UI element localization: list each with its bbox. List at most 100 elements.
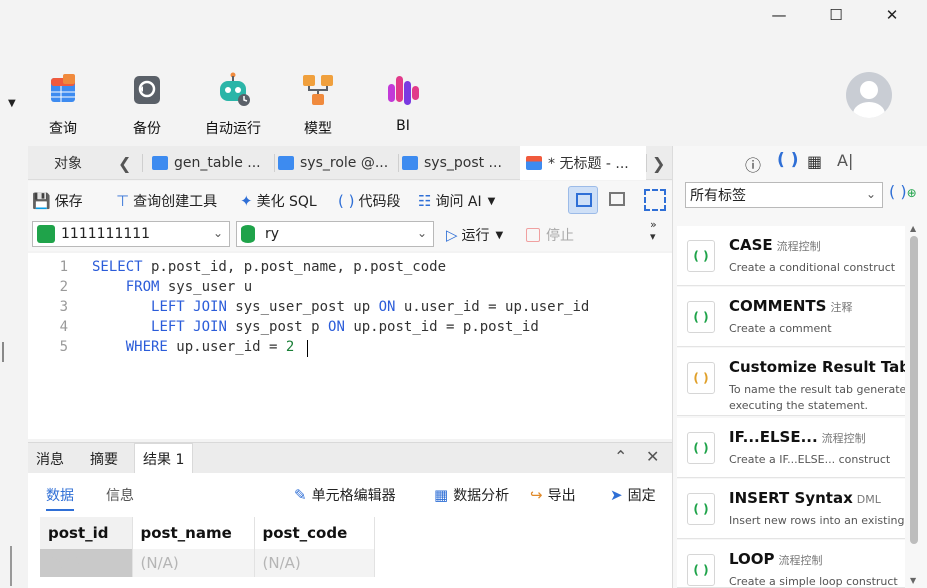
layout-horizontal-split-button[interactable] (568, 186, 598, 214)
tab-scroll-left-icon[interactable]: ❮ (118, 146, 131, 180)
query-builder-button[interactable]: ⊤ 查询创建工具 (116, 189, 217, 213)
result-panel: 数据 信息 ✎ 单元格编辑器 ▦ 数据分析 ↪ 导出 ➤ 固定 post_id … (28, 473, 672, 588)
beautify-sql-button[interactable]: ✦ 美化 SQL (240, 189, 317, 213)
sql-editor[interactable]: 1 2 3 4 5 SELECT p.post_id, p.post_name,… (28, 253, 672, 439)
ribbon-dropdown-icon[interactable]: ▼ (8, 98, 16, 109)
avatar[interactable] (846, 72, 892, 118)
connection-select[interactable]: 1111111111 ⌄ (32, 221, 230, 247)
ribbon-automation-button[interactable]: 自动运行 (198, 72, 268, 144)
layout-vertical-split-button[interactable] (602, 186, 632, 214)
app-window: — ☐ ✕ ▼ 查询 备份 自动运行 模型 BI 对象 ❮ gen_table … (0, 0, 927, 588)
code-line-5: WHERE up.user_id = 2 (125, 339, 295, 355)
snippet-category: 流程控制 (778, 554, 823, 567)
tab-summary[interactable]: 摘要 (82, 443, 126, 474)
query-table-icon (51, 74, 75, 102)
grid-icon[interactable]: ▦ (807, 152, 822, 171)
snippet-item-customize-result-tab[interactable]: ( ) Customize Result Tab To name the res… (677, 348, 905, 416)
ribbon-model-button[interactable]: 模型 (283, 72, 353, 144)
snippet-file-icon: ( ) (687, 432, 715, 464)
code-snippet-button[interactable]: ( ) 代码段 (338, 189, 400, 213)
column-header[interactable]: post_id (40, 517, 133, 549)
tab-sys-post[interactable]: sys_post ... (402, 146, 514, 180)
fullscreen-icon[interactable] (644, 189, 666, 211)
ribbon-query-button[interactable]: 查询 (28, 72, 98, 144)
ai-icon: ☷ (418, 192, 432, 210)
stop-button[interactable]: 停止 (526, 223, 574, 247)
subtab-info[interactable]: 信息 (106, 485, 134, 505)
tab-result-1[interactable]: 结果 1 (134, 443, 194, 474)
snippet-title: INSERT Syntax DML (729, 489, 881, 507)
save-button[interactable]: 💾 保存 (32, 189, 83, 213)
grid-header-row: post_id post_name post_code (40, 517, 375, 549)
snippet-description: Create a IF...ELSE... construct (729, 453, 891, 466)
add-snippet-icon[interactable]: ( )⊕ (889, 182, 917, 201)
editor-tab-bar: 对象 ❮ gen_table ... sys_role @... sys_pos… (28, 146, 672, 180)
splitter-handle[interactable] (2, 342, 4, 362)
grid-cell[interactable]: (N/A) (132, 549, 255, 577)
snippet-item-case[interactable]: ( ) CASE 流程控制 Create a conditional constr… (677, 226, 905, 286)
database-icon (241, 225, 255, 243)
tab-objects[interactable]: 对象 (54, 146, 82, 180)
snippet-file-icon: ( ) (687, 240, 715, 272)
snippet-description: Create a comment (729, 322, 832, 335)
info-icon[interactable]: ⓘ (745, 152, 761, 176)
snippet-description: Create a simple loop construct (729, 575, 898, 588)
tag-filter-select[interactable]: 所有标签 ⌄ (685, 182, 883, 208)
scrollbar-thumb[interactable] (910, 236, 918, 544)
splitter-handle[interactable] (10, 546, 12, 586)
code-icon[interactable]: ( ) (777, 150, 798, 170)
line-number: 3 (59, 299, 68, 315)
code-line-1: SELECT p.post_id, p.post_name, p.post_co… (92, 259, 447, 275)
title-bar: — ☐ ✕ (0, 0, 927, 34)
cell-editor-button[interactable]: ✎ 单元格编辑器 (294, 483, 396, 507)
maximize-icon[interactable]: ☐ (813, 0, 859, 30)
more-options-icon[interactable]: » ▾ (650, 219, 657, 243)
close-icon[interactable]: ✕ (869, 0, 915, 30)
scroll-up-icon[interactable]: ▲ (910, 224, 916, 233)
split-vertical-icon (609, 192, 625, 206)
chevron-down-icon: ⌄ (416, 226, 427, 240)
snippet-description: Create a conditional construct (729, 261, 896, 274)
export-button[interactable]: ↪ 导出 (530, 483, 576, 507)
grid-cell[interactable]: (N/A) (40, 549, 133, 577)
table-icon (278, 156, 294, 170)
chevron-down-icon: ⌄ (865, 187, 876, 201)
minimize-icon[interactable]: — (756, 0, 802, 30)
tab-scroll-right-icon[interactable]: ❯ (652, 146, 665, 180)
scroll-down-icon[interactable]: ▼ (910, 576, 916, 585)
tab-sys-role[interactable]: sys_role @... (278, 146, 396, 180)
tab-messages[interactable]: 消息 (28, 443, 72, 474)
snippet-description: To name the result tab generated executin… (729, 383, 905, 412)
subtab-data[interactable]: 数据 (46, 485, 74, 511)
ribbon-bi-button[interactable]: BI (368, 72, 438, 144)
snippet-file-icon: ( ) (687, 493, 715, 525)
pin-button[interactable]: ➤ 固定 (610, 483, 656, 507)
pin-icon: ➤ (610, 486, 623, 504)
close-icon[interactable]: ✕ (646, 447, 659, 466)
line-number: 5 (59, 339, 68, 355)
ribbon-backup-button[interactable]: 备份 (112, 72, 182, 144)
table-icon (402, 156, 418, 170)
tab-untitled-query[interactable]: * 无标题 - ... (520, 146, 646, 180)
snippet-panel: ⓘ ( ) ▦ A| 所有标签 ⌄ ( )⊕ ( ) CASE 流程控制 Crea… (672, 146, 927, 588)
column-header[interactable]: post_code (254, 517, 375, 549)
play-icon: ▷ (446, 226, 458, 244)
editor-toolbar: 💾 保存 ⊤ 查询创建工具 ✦ 美化 SQL ( ) 代码段 ☷ 询问 AI ▼ (28, 181, 672, 221)
grid-cell[interactable]: (N/A) (254, 549, 375, 577)
line-number: 4 (59, 319, 68, 335)
tab-gen-table[interactable]: gen_table ... (152, 146, 270, 180)
database-select[interactable]: ry ⌄ (236, 221, 434, 247)
run-button[interactable]: ▷ 运行 ▼ (446, 223, 503, 247)
snippet-item-loop[interactable]: ( ) LOOP 流程控制 Create a simple loop constr… (677, 540, 905, 588)
chevron-down-icon: ⌄ (212, 226, 223, 240)
query-builder-icon: ⊤ (116, 192, 130, 210)
snippet-item-insert-syntax[interactable]: ( ) INSERT Syntax DML Insert new rows int… (677, 479, 905, 539)
column-header[interactable]: post_name (132, 517, 255, 549)
collapse-up-icon[interactable]: ⌃ (614, 447, 627, 466)
data-analysis-button[interactable]: ▦ 数据分析 (434, 483, 509, 507)
ai-icon[interactable]: A| (837, 151, 853, 170)
ask-ai-button[interactable]: ☷ 询问 AI ▼ (418, 189, 495, 213)
ribbon-label: 备份 (133, 121, 161, 137)
snippet-item-if-else[interactable]: ( ) IF...ELSE... 流程控制 Create a IF...ELSE.… (677, 418, 905, 478)
snippet-item-comments[interactable]: ( ) COMMENTS 注释 Create a comment (677, 287, 905, 347)
